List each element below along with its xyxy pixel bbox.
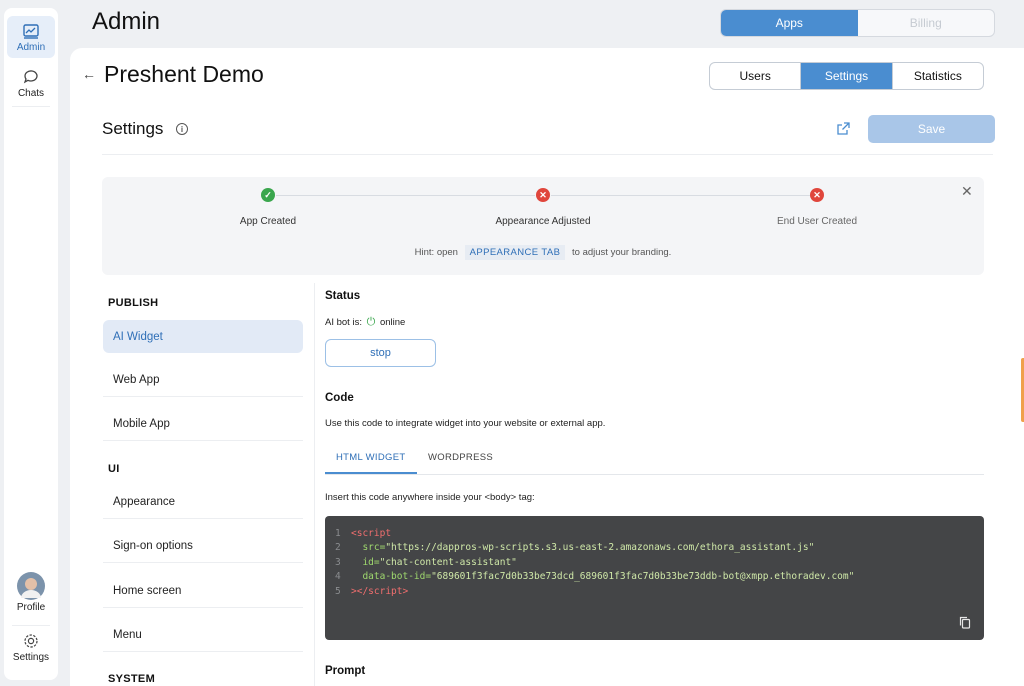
hint-prefix: Hint: open	[414, 247, 458, 258]
nav-item-appearance[interactable]: Appearance	[103, 486, 303, 519]
top-tab-switch: Apps Billing	[720, 9, 995, 37]
copy-icon[interactable]	[959, 616, 971, 629]
code-token: script	[356, 528, 392, 539]
rail-label-profile: Profile	[16, 602, 46, 613]
code-token: data-bot-id=	[351, 571, 432, 582]
code-line: 1 <script	[335, 528, 391, 539]
line-number: 3	[335, 557, 341, 568]
step-label-appearance: Appearance Adjusted	[495, 216, 591, 227]
rail-divider	[12, 625, 50, 626]
code-token: id=	[351, 557, 380, 568]
status-heading: Status	[325, 290, 361, 302]
nav-section-system: SYSTEM	[108, 673, 156, 685]
hint-suffix: to adjust your branding.	[572, 247, 672, 258]
rail-item-admin[interactable]: Admin	[7, 16, 55, 58]
page-tab-switch: Users Settings Statistics	[709, 62, 984, 90]
nav-section-publish: PUBLISH	[108, 297, 159, 309]
code-instruction: Insert this code anywhere inside your <b…	[325, 492, 535, 503]
check-icon: ✓	[261, 188, 275, 202]
nav-item-mobile-app[interactable]: Mobile App	[103, 408, 303, 441]
column-divider	[314, 283, 315, 686]
code-token: script	[368, 586, 403, 597]
code-token: src=	[351, 542, 386, 553]
code-token: "chat-content-assistant"	[379, 557, 517, 568]
header-divider	[102, 154, 993, 155]
code-token: "689601f3fac7d0b33be73dcd_689601f3fac7d0…	[431, 571, 855, 582]
line-number: 5	[335, 586, 341, 597]
appearance-tab-link[interactable]: APPEARANCE TAB	[464, 245, 566, 260]
nav-item-menu[interactable]: Menu	[103, 619, 303, 652]
nav-section-ui: UI	[108, 463, 120, 475]
code-line: 5 ></script>	[335, 586, 408, 597]
step-label-end-user: End User Created	[776, 216, 858, 227]
rail-item-profile[interactable]: Profile	[7, 572, 55, 620]
rail-label-chats: Chats	[17, 88, 45, 99]
error-x-icon: ✕	[810, 188, 824, 202]
step-label-app-created: App Created	[239, 216, 297, 227]
admin-icon	[23, 24, 39, 39]
tab-billing[interactable]: Billing	[858, 10, 995, 36]
tab-wordpress[interactable]: WORDPRESS	[428, 452, 493, 463]
rail-label-admin: Admin	[16, 42, 46, 53]
bot-status-line: AI bot is: ⏻ online	[325, 316, 405, 329]
line-number: 2	[335, 542, 341, 553]
code-description: Use this code to integrate widget into y…	[325, 418, 606, 429]
onboarding-progress: ✓ ✕ ✕ App Created Appearance Adjusted En…	[102, 177, 984, 275]
code-token: >	[402, 586, 409, 597]
code-token: ></	[351, 586, 369, 597]
tab-statistics[interactable]: Statistics	[893, 63, 983, 89]
code-heading: Code	[325, 392, 354, 404]
save-button[interactable]: Save	[868, 115, 995, 143]
rail-label-settings: Settings	[12, 652, 50, 663]
bot-status-label: AI bot is:	[325, 317, 362, 328]
code-token: "https://dappros-wp-scripts.s3.us-east-2…	[385, 542, 815, 553]
avatar	[17, 572, 45, 600]
active-tab-indicator	[325, 472, 417, 474]
stop-button[interactable]: stop	[325, 339, 436, 367]
left-rail: Admin Chats Profile Settings	[4, 8, 58, 680]
code-line: 2 src="https://dappros-wp-scripts.s3.us-…	[335, 542, 814, 553]
close-icon[interactable]: ✕	[961, 183, 973, 200]
nav-item-sign-on[interactable]: Sign-on options	[103, 530, 303, 563]
line-number: 1	[335, 528, 341, 539]
gear-icon	[24, 634, 38, 648]
code-block[interactable]: 1 <script 2 src="https://dappros-wp-scrip…	[325, 516, 984, 640]
page-title: Preshent Demo	[104, 61, 264, 87]
rail-divider	[12, 106, 50, 107]
bot-status-value: online	[379, 317, 406, 328]
back-arrow-icon[interactable]: ←	[82, 66, 96, 82]
code-line: 4 data-bot-id="689601f3fac7d0b33be73dcd_…	[335, 571, 854, 582]
tab-apps[interactable]: Apps	[721, 10, 858, 36]
chat-bubble-icon	[23, 70, 38, 84]
power-icon: ⏻	[366, 316, 376, 328]
nav-item-home-screen[interactable]: Home screen	[103, 575, 303, 608]
nav-item-web-app[interactable]: Web App	[103, 364, 303, 397]
code-tabs: HTML WIDGET WORDPRESS	[325, 445, 984, 475]
prompt-heading: Prompt	[325, 665, 366, 677]
tab-settings[interactable]: Settings	[801, 63, 893, 89]
nav-item-ai-widget[interactable]: AI Widget	[103, 320, 303, 353]
external-link-icon[interactable]	[836, 121, 851, 136]
tab-users[interactable]: Users	[710, 63, 802, 89]
error-x-icon: ✕	[536, 188, 550, 202]
hint-text: Hint: open APPEARANCE TAB to adjust your…	[102, 245, 984, 260]
app-title: Admin	[92, 8, 161, 35]
info-icon[interactable]: i	[176, 123, 188, 135]
step-connector	[551, 195, 810, 196]
code-line: 3 id="chat-content-assistant"	[335, 557, 517, 568]
rail-item-settings[interactable]: Settings	[7, 632, 55, 672]
tab-html-widget[interactable]: HTML WIDGET	[336, 452, 405, 463]
rail-item-chats[interactable]: Chats	[7, 66, 55, 106]
settings-heading: Settings	[102, 119, 164, 138]
line-number: 4	[335, 571, 341, 582]
step-connector	[276, 195, 535, 196]
